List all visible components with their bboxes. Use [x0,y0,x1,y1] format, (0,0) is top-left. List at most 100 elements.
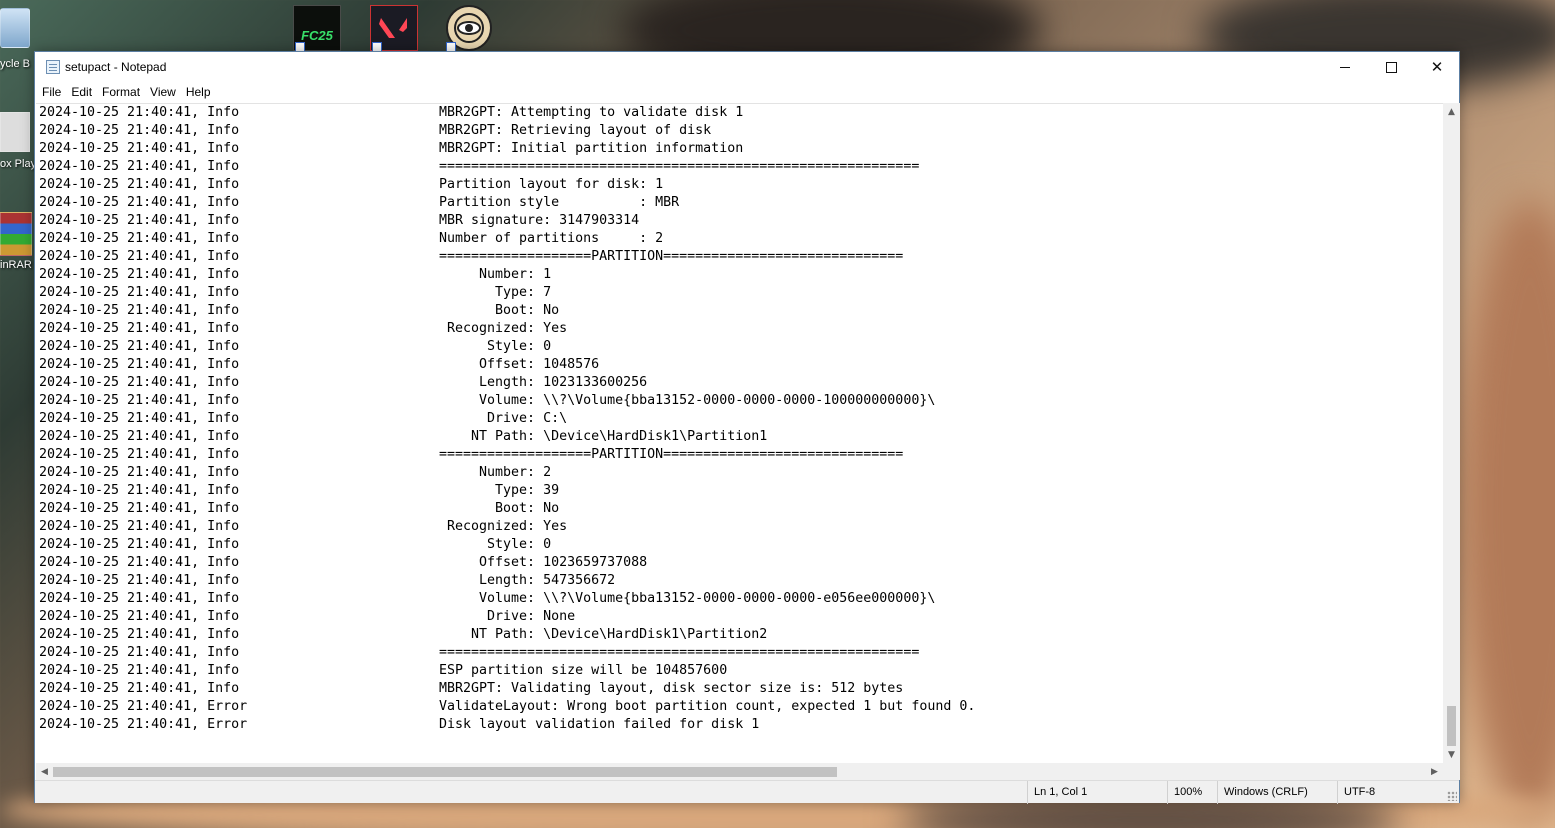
horizontal-scroll-thumb[interactable] [53,767,837,777]
log-timestamp: 2024-10-25 21:40:41, Error [39,699,248,714]
roblox-player-label[interactable]: ox Play [0,158,36,170]
menu-help[interactable]: Help [186,82,217,102]
log-line: 2024-10-25 21:40:41, Info Drive: C:\ [39,410,975,428]
log-line: 2024-10-25 21:40:41, Info Length: 102313… [39,374,975,392]
log-message: Drive: None [439,609,576,624]
text-content[interactable]: 2024-10-25 21:40:41, Info MBR2GPT: Attemp… [39,104,975,734]
log-timestamp: 2024-10-25 21:40:41, Info [39,537,240,552]
log-line: 2024-10-25 21:40:41, Info Offset: 104857… [39,356,975,374]
log-message: Length: 1023133600256 [439,375,648,390]
scroll-right-icon[interactable]: ▶ [1426,763,1443,780]
minimize-button[interactable] [1322,52,1368,82]
log-timestamp: 2024-10-25 21:40:41, Info [39,573,240,588]
log-line: 2024-10-25 21:40:41, Error ValidateLayout… [39,698,975,716]
vertical-scroll-thumb[interactable] [1447,706,1456,746]
log-message: ========================================… [439,159,920,174]
close-button[interactable]: ✕ [1414,52,1460,82]
log-message: Offset: 1023659737088 [439,555,648,570]
log-timestamp: 2024-10-25 21:40:41, Info [39,105,240,120]
scroll-down-icon[interactable]: ▼ [1443,746,1460,763]
log-line: 2024-10-25 21:40:41, Info Partition style… [39,194,975,212]
log-message: ===================PARTITION============… [439,447,904,462]
vertical-scrollbar[interactable]: ▲ ▼ [1443,103,1460,763]
maximize-button[interactable] [1368,52,1414,82]
log-line: 2024-10-25 21:40:41, Info NT Path: \Devi… [39,626,975,644]
log-line: 2024-10-25 21:40:41, Info MBR2GPT: Initia… [39,140,975,158]
log-message: Offset: 1048576 [439,357,600,372]
scroll-up-icon[interactable]: ▲ [1443,103,1460,120]
log-message: NT Path: \Device\HardDisk1\Partition1 [439,429,768,444]
log-timestamp: 2024-10-25 21:40:41, Info [39,177,240,192]
log-message: NT Path: \Device\HardDisk1\Partition2 [439,627,768,642]
menu-file[interactable]: File [42,82,67,102]
log-timestamp: 2024-10-25 21:40:41, Info [39,429,240,444]
notepad-icon[interactable] [46,60,60,74]
log-message: MBR signature: 3147903314 [439,213,640,228]
log-line: 2024-10-25 21:40:41, Info MBR2GPT: Retrie… [39,122,975,140]
log-message: Number: 1 [439,267,552,282]
wallpaper-shape [1460,200,1555,820]
log-timestamp: 2024-10-25 21:40:41, Info [39,375,240,390]
log-timestamp: 2024-10-25 21:40:41, Info [39,465,240,480]
log-message: Volume: \\?\Volume{bba13152-0000-0000-00… [439,591,936,606]
menu-format[interactable]: Format [102,82,146,102]
log-timestamp: 2024-10-25 21:40:41, Error [39,717,248,732]
log-line: 2024-10-25 21:40:41, Info Number: 2 [39,464,975,482]
log-message: MBR2GPT: Validating layout, disk sector … [439,681,904,696]
roblox-player-icon[interactable] [0,112,30,152]
log-timestamp: 2024-10-25 21:40:41, Info [39,321,240,336]
log-timestamp: 2024-10-25 21:40:41, Info [39,141,240,156]
log-line: 2024-10-25 21:40:41, Info MBR2GPT: Attemp… [39,104,975,122]
log-timestamp: 2024-10-25 21:40:41, Info [39,213,240,228]
fc25-label: FC25 [301,27,333,43]
menu-edit[interactable]: Edit [71,82,98,102]
log-message: Recognized: Yes [439,321,568,336]
log-line: 2024-10-25 21:40:41, Info Number of parti… [39,230,975,248]
log-timestamp: 2024-10-25 21:40:41, Info [39,285,240,300]
log-message: Partition style : MBR [439,195,680,210]
recycle-bin-icon[interactable] [0,8,30,48]
log-timestamp: 2024-10-25 21:40:41, Info [39,267,240,282]
log-message: ===================PARTITION============… [439,249,904,264]
cursor-position: Ln 1, Col 1 [1027,781,1167,804]
horizontal-scrollbar[interactable]: ◀ ▶ [36,763,1443,780]
log-message: MBR2GPT: Initial partition information [439,141,744,156]
log-timestamp: 2024-10-25 21:40:41, Info [39,231,240,246]
resize-grip-icon[interactable] [1447,791,1457,801]
log-timestamp: 2024-10-25 21:40:41, Info [39,249,240,264]
log-line: 2024-10-25 21:40:41, Info Boot: No [39,302,975,320]
log-message: Length: 547356672 [439,573,616,588]
log-line: 2024-10-25 21:40:41, Info MBR2GPT: Valida… [39,680,975,698]
log-message: Drive: C:\ [439,411,568,426]
log-line: 2024-10-25 21:40:41, Info Type: 39 [39,482,975,500]
log-line: 2024-10-25 21:40:41, Info Boot: No [39,500,975,518]
log-message: Boot: No [439,303,560,318]
log-timestamp: 2024-10-25 21:40:41, Info [39,411,240,426]
log-message: Recognized: Yes [439,519,568,534]
menu-view[interactable]: View [150,82,182,102]
text-editor[interactable]: 2024-10-25 21:40:41, Info MBR2GPT: Attemp… [36,103,1443,763]
log-timestamp: 2024-10-25 21:40:41, Info [39,501,240,516]
log-timestamp: 2024-10-25 21:40:41, Info [39,555,240,570]
log-line: 2024-10-25 21:40:41, Info Volume: \\?\Vo… [39,590,975,608]
scroll-left-icon[interactable]: ◀ [36,763,53,780]
log-timestamp: 2024-10-25 21:40:41, Info [39,609,240,624]
log-timestamp: 2024-10-25 21:40:41, Info [39,447,240,462]
encoding: UTF-8 [1337,781,1447,804]
recycle-bin-label[interactable]: ycle B [0,58,30,70]
winrar-label[interactable]: inRAR [0,259,32,271]
log-message: Number of partitions : 2 [439,231,664,246]
log-message: Style: 0 [439,339,552,354]
log-message: Volume: \\?\Volume{bba13152-0000-0000-00… [439,393,936,408]
log-timestamp: 2024-10-25 21:40:41, Info [39,591,240,606]
log-line: 2024-10-25 21:40:41, Info ===============… [39,158,975,176]
log-message: MBR2GPT: Retrieving layout of disk [439,123,712,138]
log-line: 2024-10-25 21:40:41, Info Style: 0 [39,338,975,356]
log-timestamp: 2024-10-25 21:40:41, Info [39,681,240,696]
log-line: 2024-10-25 21:40:41, Info Recognized: Ye… [39,320,975,338]
winrar-icon[interactable] [0,212,32,256]
log-message: Partition layout for disk: 1 [439,177,664,192]
log-line: 2024-10-25 21:40:41, Info MBR signature: … [39,212,975,230]
title-bar[interactable]: setupact - Notepad ✕ [35,52,1459,82]
log-message: Boot: No [439,501,560,516]
